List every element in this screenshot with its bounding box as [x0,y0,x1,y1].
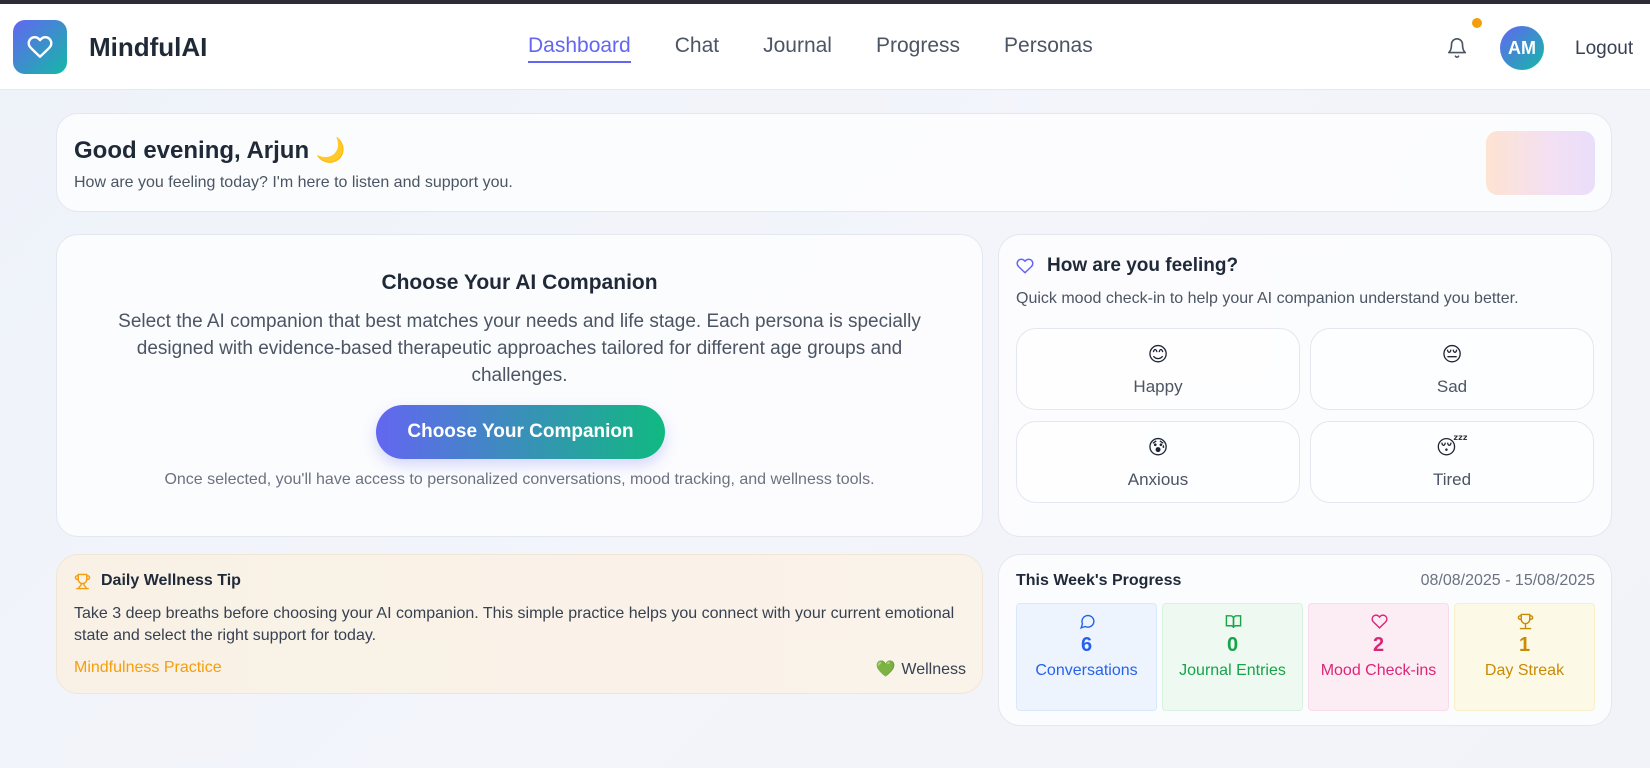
top-navbar: MindfulAI Dashboard Chat Journal Progres… [0,4,1650,90]
heart-icon [1016,258,1034,274]
trophy-icon [1517,613,1534,630]
nav-journal[interactable]: Journal [763,34,832,58]
stat-value: 6 [1080,634,1093,656]
wellness-tip-card: Daily Wellness Tip Take 3 deep breaths b… [56,554,983,694]
stat-day-streak[interactable]: 1 Day Streak [1454,603,1595,711]
user-avatar[interactable]: AM [1500,26,1544,70]
greeting-title: Good evening, Arjun 🌙 [74,137,346,164]
stat-value: 1 [1518,634,1531,656]
trophy-icon [74,573,91,590]
sad-emoji-icon: 😔 [1441,344,1463,366]
mood-label: Happy [1133,377,1183,396]
nav-chat[interactable]: Chat [675,34,719,58]
companion-note: Once selected, you'll have access to per… [164,471,875,488]
nav-personas[interactable]: Personas [1004,34,1093,58]
stat-value: 0 [1226,634,1239,656]
mood-anxious-button[interactable]: 😰 Anxious [1016,421,1300,503]
companion-title: Choose Your AI Companion [381,271,658,294]
progress-title: This Week's Progress [1016,572,1182,589]
tip-category-link[interactable]: Mindfulness Practice [74,659,222,677]
mood-tired-button[interactable]: 😴 Tired [1310,421,1594,503]
mood-happy-button[interactable]: 😊 Happy [1016,328,1300,410]
stat-value: 2 [1372,634,1385,656]
app-name: MindfulAI [89,32,208,62]
app-logo[interactable] [13,20,67,74]
greeting-decoration [1486,131,1595,195]
mood-subtitle: Quick mood check-in to help your AI comp… [1016,290,1519,307]
nav-progress[interactable]: Progress [876,34,960,58]
tip-tag: 💚 Wellness [875,659,966,679]
green-heart-icon: 💚 [875,661,896,678]
book-icon [1225,615,1242,629]
anxious-emoji-icon: 😰 [1147,437,1169,459]
chat-bubble-icon [1079,614,1095,630]
stat-label: Journal Entries [1179,662,1286,679]
tip-title: Daily Wellness Tip [101,572,241,589]
heart-icon [1371,614,1388,629]
choose-companion-button[interactable]: Choose Your Companion [376,405,665,459]
greeting-card: Good evening, Arjun 🌙 How are you feelin… [56,113,1612,212]
mood-checkin-card: How are you feeling? Quick mood check-in… [998,234,1612,537]
tip-tag-label: Wellness [901,661,966,678]
stat-label: Conversations [1035,662,1138,679]
progress-date-range: 08/08/2025 - 15/08/2025 [1420,572,1595,589]
main-nav: Dashboard Chat Journal Progress Personas [528,34,1093,63]
stat-conversations[interactable]: 6 Conversations [1016,603,1157,711]
stat-label: Mood Check-ins [1320,662,1437,679]
happy-emoji-icon: 😊 [1147,344,1169,366]
weekly-progress-card: This Week's Progress 08/08/2025 - 15/08/… [998,554,1612,726]
nav-dashboard[interactable]: Dashboard [528,34,631,63]
tip-text: Take 3 deep breaths before choosing your… [74,605,955,644]
bell-icon[interactable] [1446,36,1468,60]
logout-button[interactable]: Logout [1575,38,1633,60]
mood-label: Anxious [1127,470,1189,489]
companion-description: Select the AI companion that best matche… [118,311,921,386]
companion-card: Choose Your AI Companion Select the AI c… [56,234,983,537]
tired-emoji-icon: 😴 [1435,437,1469,459]
mood-label: Sad [1436,377,1468,396]
stat-label: Day Streak [1484,662,1565,679]
mood-label: Tired [1432,470,1472,489]
stat-journal-entries[interactable]: 0 Journal Entries [1162,603,1303,711]
mood-title: How are you feeling? [1047,255,1239,276]
notification-dot [1472,18,1482,28]
mood-sad-button[interactable]: 😔 Sad [1310,328,1594,410]
stat-mood-checkins[interactable]: 2 Mood Check-ins [1308,603,1449,711]
heart-logo-icon [27,36,53,58]
greeting-subtitle: How are you feeling today? I'm here to l… [74,174,513,191]
